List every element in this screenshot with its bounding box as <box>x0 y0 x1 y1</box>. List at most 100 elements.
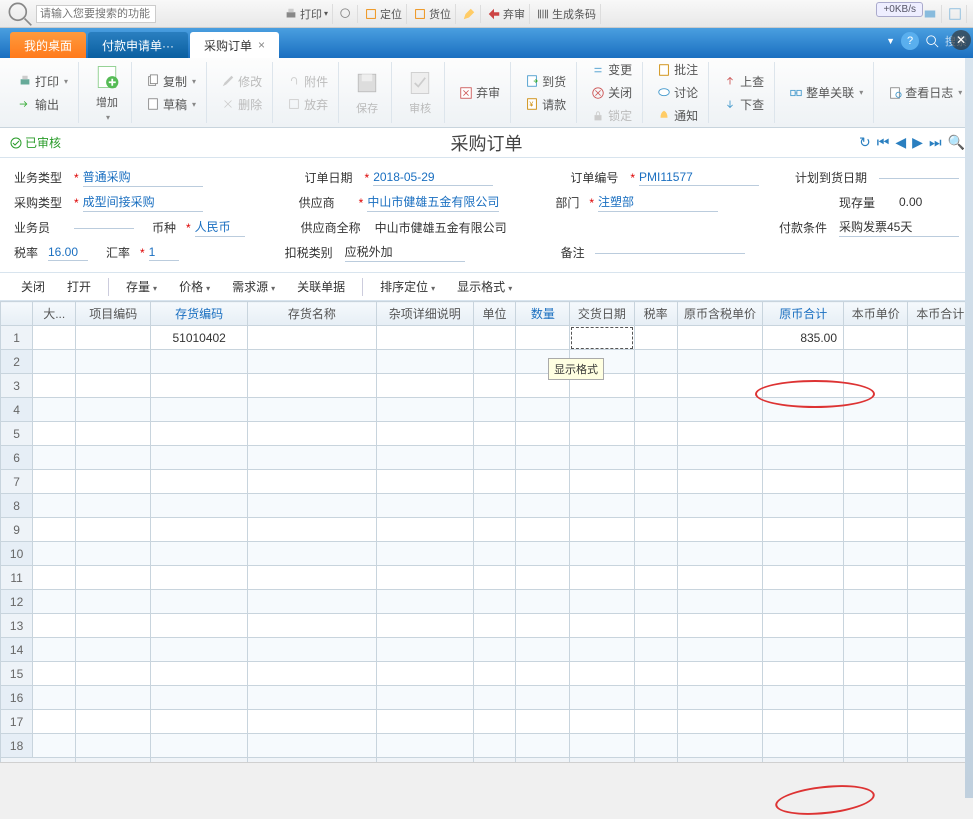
col-big[interactable]: 大... <box>33 302 76 326</box>
tab-purchase-order[interactable]: 采购订单× <box>190 32 279 58</box>
reject-button[interactable]: 弃审 <box>455 82 504 103</box>
attach-button[interactable]: 附件 <box>283 71 332 92</box>
table-row[interactable]: 11 <box>1 566 973 590</box>
sys-barcode[interactable]: 生成条码 <box>532 4 601 24</box>
table-row[interactable]: 18 <box>1 734 973 758</box>
gtb-price[interactable]: 价格▾ <box>170 274 219 299</box>
field-plan-date[interactable]: 计划到货日期 <box>795 169 959 186</box>
col-local-total[interactable]: 本币合计 <box>908 302 973 326</box>
table-row[interactable]: 15 <box>1 662 973 686</box>
field-remark[interactable]: 备注 <box>561 244 745 261</box>
gtb-stock[interactable]: 存量▾ <box>117 274 166 299</box>
modify-button[interactable]: 修改 <box>217 71 266 92</box>
change-button[interactable]: 变更 <box>587 59 636 80</box>
col-corner[interactable] <box>1 302 33 326</box>
close-button[interactable]: 关闭 <box>587 82 636 103</box>
col-orig-price[interactable]: 原币含税单价 <box>677 302 763 326</box>
arrive-button[interactable]: 到货 <box>521 71 570 92</box>
field-order-no[interactable]: 订单编号*PMI11577 <box>570 169 759 186</box>
table-row[interactable]: 5 <box>1 422 973 446</box>
tab-desktop[interactable]: 我的桌面 <box>10 32 86 58</box>
search-input[interactable] <box>36 5 156 23</box>
col-deliver-date[interactable]: 交货日期 <box>570 302 634 326</box>
col-project[interactable]: 项目编码 <box>76 302 151 326</box>
first-icon[interactable]: ⏮ <box>877 134 890 151</box>
gtb-related[interactable]: 关联单据 <box>288 274 354 299</box>
table-row[interactable]: 3 <box>1 374 973 398</box>
down-button[interactable]: 下查 <box>719 94 768 115</box>
table-row[interactable]: 17 <box>1 710 973 734</box>
table-row[interactable]: 8 <box>1 494 973 518</box>
table-row[interactable]: 12 <box>1 590 973 614</box>
detail-grid[interactable]: 大... 项目编码 存货编码 存货名称 杂项详细说明 单位 数量 交货日期 税率… <box>0 301 973 763</box>
col-misc[interactable]: 杂项详细说明 <box>376 302 473 326</box>
field-currency[interactable]: 币种*人民币 <box>152 218 245 237</box>
field-tax-rate[interactable]: 税率16.00 <box>14 244 88 261</box>
sys-edit[interactable] <box>458 5 481 23</box>
table-row[interactable]: 4 <box>1 398 973 422</box>
field-order-date[interactable]: 订单日期*2018-05-29 <box>305 169 494 186</box>
add-button[interactable]: 增加▾ <box>89 61 125 124</box>
link-button[interactable]: 整单关联▾ <box>785 82 867 103</box>
field-dept[interactable]: 部门*注塑部 <box>555 193 718 212</box>
window-close-icon[interactable]: ✕ <box>951 30 971 50</box>
right-scroll-edge[interactable] <box>965 58 973 798</box>
release-button[interactable]: 放弃 <box>283 94 332 115</box>
field-pay-term[interactable]: 付款条件采购发票45天 <box>779 218 959 237</box>
search-icon[interactable] <box>925 34 939 48</box>
col-local-price[interactable]: 本币单价 <box>844 302 908 326</box>
refresh-icon[interactable]: ↻ <box>859 134 871 151</box>
col-qty[interactable]: 数量 <box>516 302 570 326</box>
field-supplier[interactable]: 供应商*中山市健雄五金有限公司 <box>299 193 500 212</box>
gtb-sort[interactable]: 排序定位▾ <box>371 274 444 299</box>
table-row[interactable]: 16 <box>1 686 973 710</box>
tabs-dropdown-icon[interactable]: ▼ <box>886 36 895 46</box>
table-row[interactable]: 9 <box>1 518 973 542</box>
table-row[interactable]: 7 <box>1 470 973 494</box>
table-row[interactable]: 10 <box>1 542 973 566</box>
col-unit[interactable]: 单位 <box>473 302 516 326</box>
field-biz-type[interactable]: 业务类型*普通采购 <box>14 168 203 187</box>
gtb-close[interactable]: 关闭 <box>12 274 54 299</box>
audit-button[interactable]: 审核 <box>402 67 438 118</box>
help-icon[interactable]: ? <box>901 32 919 50</box>
delete-button[interactable]: 删除 <box>217 94 266 115</box>
col-stock-name[interactable]: 存货名称 <box>248 302 377 326</box>
draft-button[interactable]: 草稿▾ <box>142 94 200 115</box>
field-rate[interactable]: 汇率*1 <box>106 244 179 261</box>
output-button[interactable]: 输出 <box>14 94 72 115</box>
field-tax-cat[interactable]: 扣税类别应税外加 <box>285 243 465 262</box>
sys-storage[interactable]: 货位 <box>409 4 456 24</box>
prev-icon[interactable]: ◀ <box>895 134 906 151</box>
gtb-open[interactable]: 打开 <box>58 274 100 299</box>
discuss-button[interactable]: 讨论 <box>653 82 702 103</box>
sys-misc2[interactable] <box>944 5 967 23</box>
lock-button[interactable]: 锁定 <box>587 105 636 126</box>
close-icon[interactable]: × <box>258 38 265 52</box>
gtb-display[interactable]: 显示格式▾ <box>448 274 521 299</box>
table-row[interactable]: 151010402 835.00 <box>1 326 973 350</box>
sys-print[interactable]: 打印▾ <box>280 4 333 24</box>
request-button[interactable]: ¥请款 <box>521 94 570 115</box>
last-icon[interactable]: ⏭ <box>929 134 942 151</box>
gtb-demand[interactable]: 需求源▾ <box>223 274 284 299</box>
sys-reject[interactable]: 弃审 <box>483 4 530 24</box>
global-search[interactable] <box>6 0 156 27</box>
next-icon[interactable]: ▶ <box>912 134 923 151</box>
up-button[interactable]: 上查 <box>719 71 768 92</box>
col-orig-total[interactable]: 原币合计 <box>763 302 844 326</box>
field-purchase-type[interactable]: 采购类型*成型间接采购 <box>14 193 203 212</box>
copy-button[interactable]: 复制▾ <box>142 71 200 92</box>
save-button[interactable]: 保存 <box>349 67 385 118</box>
col-stock-code[interactable]: 存货编码 <box>151 302 248 326</box>
approve-button[interactable]: 批注 <box>653 59 702 80</box>
notify-button[interactable]: 通知 <box>653 105 702 126</box>
col-tax[interactable]: 税率 <box>634 302 677 326</box>
tab-payment-request[interactable]: 付款申请单··· <box>88 32 188 58</box>
table-row[interactable]: 6 <box>1 446 973 470</box>
sys-locate[interactable]: 定位 <box>360 4 407 24</box>
table-row[interactable]: 2 <box>1 350 973 374</box>
table-row[interactable]: 14 <box>1 638 973 662</box>
sys-preview[interactable] <box>335 5 358 23</box>
table-row[interactable]: 13 <box>1 614 973 638</box>
